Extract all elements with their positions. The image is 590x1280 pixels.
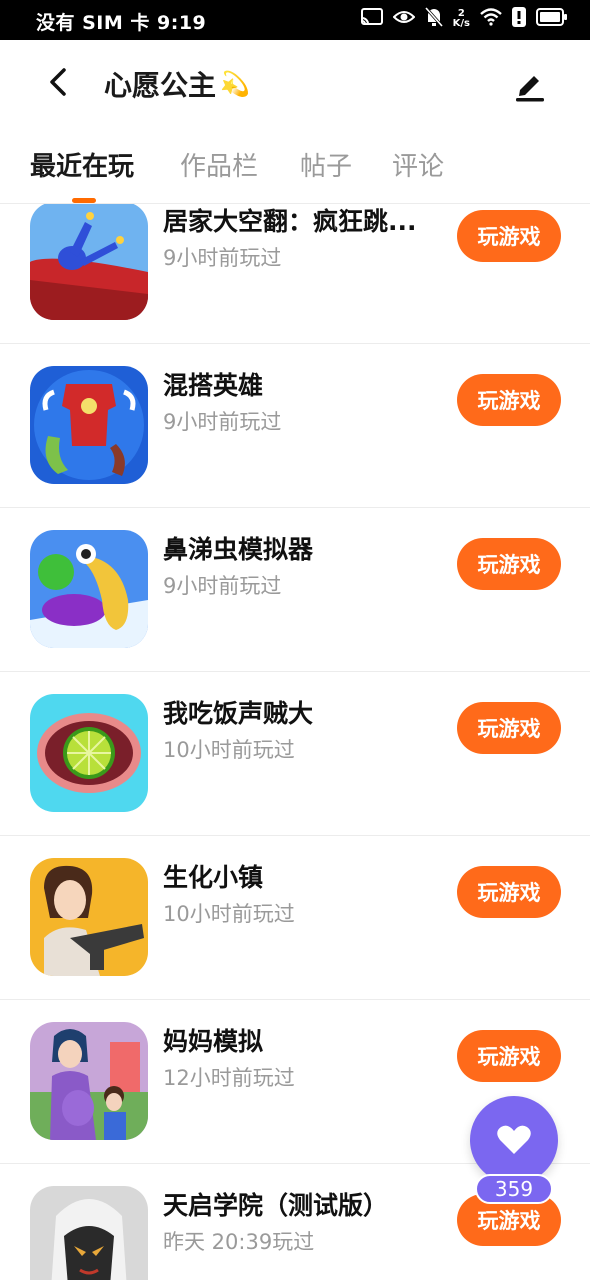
- edit-button[interactable]: [510, 64, 550, 104]
- back-button[interactable]: [40, 62, 80, 102]
- list-item[interactable]: 居家大空翻：疯狂跳... 9小时前玩过 玩游戏: [0, 204, 590, 344]
- heart-icon: [497, 1125, 531, 1154]
- last-played: 10小时前玩过: [163, 902, 295, 926]
- game-name: 我吃饭声贼大: [163, 699, 314, 728]
- tab-recent[interactable]: 最近在玩: [30, 146, 134, 183]
- last-played: 昨天 20:39玩过: [163, 1230, 315, 1254]
- play-button[interactable]: 玩游戏: [457, 866, 561, 918]
- eye-icon: [392, 9, 416, 29]
- cast-icon: [360, 8, 383, 30]
- slug-sim-icon: [30, 530, 148, 648]
- eating-asmr-icon: [30, 694, 148, 812]
- tab-bar: 最近在玩 作品栏 帖子 评论: [0, 126, 590, 204]
- last-played: 12小时前玩过: [163, 1066, 295, 1090]
- game-name: 居家大空翻：疯狂跳...: [163, 207, 417, 236]
- last-played: 9小时前玩过: [163, 246, 282, 270]
- hero-mix-icon: [30, 366, 148, 484]
- tab-posts[interactable]: 帖子: [300, 146, 352, 183]
- status-bar: 没有 SIM 卡 9:19 2 K/s: [0, 0, 590, 40]
- favorite-count: 359: [475, 1174, 553, 1204]
- back-arrow-icon: [50, 68, 66, 96]
- net-speed: 2 K/s: [452, 8, 470, 29]
- game-name: 妈妈模拟: [163, 1027, 264, 1056]
- mute-bell-icon: [424, 7, 443, 31]
- profile-header: 心愿公主 💫: [0, 40, 590, 126]
- play-button[interactable]: 玩游戏: [457, 374, 561, 426]
- alert-icon: [512, 7, 526, 31]
- battery-icon: [536, 8, 568, 30]
- tab-works[interactable]: 作品栏: [180, 146, 258, 183]
- play-button[interactable]: 玩游戏: [457, 210, 561, 262]
- favorite-circle[interactable]: [470, 1096, 558, 1184]
- flip-game-icon: [30, 204, 148, 320]
- tab-indicator: [72, 198, 96, 203]
- last-played: 9小时前玩过: [163, 410, 282, 434]
- last-played: 10小时前玩过: [163, 738, 295, 762]
- academy-icon: [30, 1186, 148, 1280]
- wifi-icon: [480, 8, 502, 30]
- carrier-time: 没有 SIM 卡 9:19: [36, 12, 207, 34]
- game-name: 混搭英雄: [163, 371, 264, 400]
- mom-sim-icon: [30, 1022, 148, 1140]
- pen-icon: [516, 76, 544, 102]
- bio-town-icon: [30, 858, 148, 976]
- play-button[interactable]: 玩游戏: [457, 538, 561, 590]
- list-item[interactable]: 我吃饭声贼大 10小时前玩过 玩游戏: [0, 672, 590, 836]
- game-name: 生化小镇: [163, 863, 264, 892]
- tab-comments[interactable]: 评论: [392, 146, 444, 183]
- game-name: 鼻涕虫模拟器: [163, 535, 314, 564]
- favorite-button[interactable]: 359: [470, 1096, 558, 1204]
- play-button[interactable]: 玩游戏: [457, 702, 561, 754]
- status-icons: 2 K/s: [360, 7, 568, 31]
- sparkle-emoji: 💫: [220, 70, 250, 98]
- list-item[interactable]: 混搭英雄 9小时前玩过 玩游戏: [0, 344, 590, 508]
- list-item[interactable]: 生化小镇 10小时前玩过 玩游戏: [0, 836, 590, 1000]
- list-item[interactable]: 鼻涕虫模拟器 9小时前玩过 玩游戏: [0, 508, 590, 672]
- play-button[interactable]: 玩游戏: [457, 1030, 561, 1082]
- game-name: 天启学院（测试版）: [163, 1191, 389, 1220]
- page-title: 心愿公主 💫: [104, 69, 250, 102]
- last-played: 9小时前玩过: [163, 574, 282, 598]
